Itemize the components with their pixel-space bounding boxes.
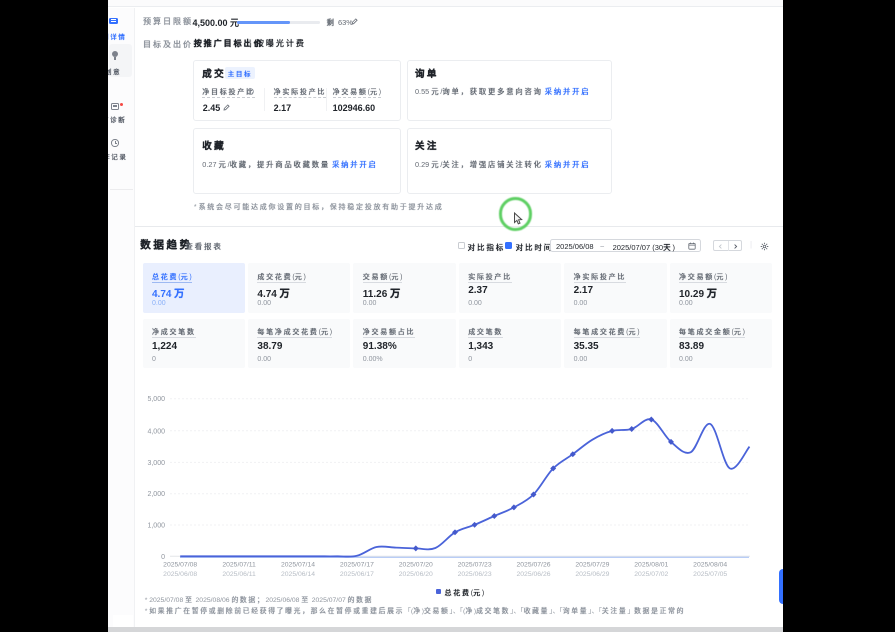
svg-text:2025/06/23: 2025/06/23 [458, 571, 492, 578]
svg-text:2025/06/08: 2025/06/08 [163, 571, 197, 578]
svg-text:2025/06/17: 2025/06/17 [340, 571, 374, 578]
svg-text:2025/07/02: 2025/07/02 [634, 571, 668, 578]
svg-text:3,000: 3,000 [147, 460, 165, 467]
svg-text:2025/08/01: 2025/08/01 [634, 562, 668, 569]
svg-text:2025/06/14: 2025/06/14 [281, 571, 315, 578]
svg-text:2025/06/20: 2025/06/20 [399, 571, 433, 578]
svg-text:2025/06/29: 2025/06/29 [575, 571, 609, 578]
svg-text:2025/07/05: 2025/07/05 [693, 571, 727, 578]
svg-text:2025/07/29: 2025/07/29 [575, 562, 609, 569]
svg-text:2025/07/08: 2025/07/08 [163, 562, 197, 569]
svg-text:2025/07/17: 2025/07/17 [340, 562, 374, 569]
svg-text:2025/07/11: 2025/07/11 [222, 562, 256, 569]
svg-text:2,000: 2,000 [147, 491, 165, 498]
svg-text:0: 0 [161, 554, 165, 561]
svg-text:2025/07/23: 2025/07/23 [458, 562, 492, 569]
svg-text:5,000: 5,000 [147, 396, 165, 403]
svg-text:2025/07/14: 2025/07/14 [281, 562, 315, 569]
svg-text:2025/08/04: 2025/08/04 [693, 562, 727, 569]
svg-text:1,000: 1,000 [147, 523, 165, 530]
svg-text:4,000: 4,000 [147, 428, 165, 435]
svg-text:2025/07/26: 2025/07/26 [516, 562, 550, 569]
svg-text:2025/06/26: 2025/06/26 [516, 571, 550, 578]
svg-text:2025/06/11: 2025/06/11 [222, 571, 256, 578]
svg-text:2025/07/20: 2025/07/20 [399, 562, 433, 569]
